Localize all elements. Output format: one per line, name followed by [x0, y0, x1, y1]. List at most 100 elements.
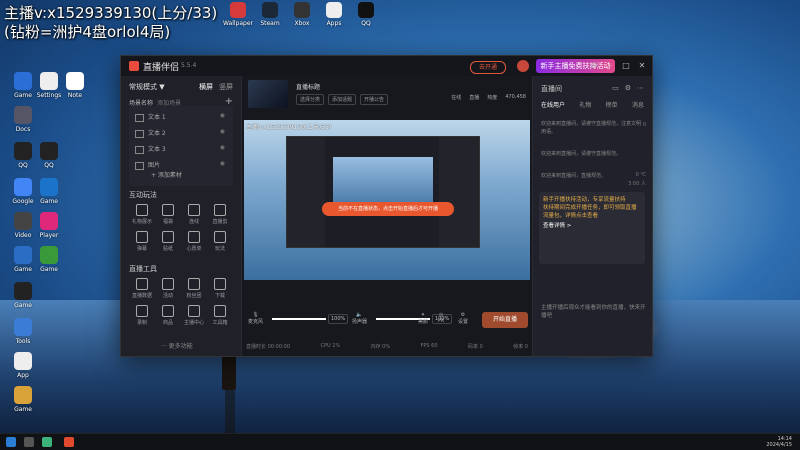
- more-icon[interactable]: ⋯: [637, 84, 644, 92]
- desktop-icon[interactable]: Steam: [254, 2, 286, 27]
- danmaku-button[interactable]: 弹幕: [129, 231, 155, 252]
- window-controls: ⚙ – □ ✕: [590, 61, 646, 70]
- settings-button[interactable]: ⚙ 设置: [458, 312, 468, 325]
- connect-button[interactable]: 连线: [181, 204, 207, 225]
- streaming-app-icon[interactable]: [64, 437, 74, 447]
- source-item[interactable]: 文本 1: [135, 112, 166, 122]
- mode-dropdown[interactable]: 常规模式 ▼: [129, 82, 165, 92]
- lucky-bag-button[interactable]: 福袋: [155, 204, 181, 225]
- activity-button[interactable]: 活动: [155, 278, 181, 299]
- desktop-icon[interactable]: Player: [26, 212, 72, 239]
- status-toast: 当前不在直播状态，点击开始直播后才可开播: [322, 202, 454, 216]
- screen-icon[interactable]: ▭: [612, 84, 619, 92]
- eye-icon[interactable]: ◉: [220, 112, 225, 119]
- desktop-icon[interactable]: Docs: [0, 106, 46, 133]
- record-icon: [136, 305, 148, 317]
- tab-messages[interactable]: 消息: [632, 100, 644, 109]
- record-button[interactable]: 录制: [129, 305, 155, 326]
- more-functions-link[interactable]: ··· 更多功能: [161, 341, 193, 350]
- flag-icon: [162, 278, 174, 290]
- desktop-icon[interactable]: Tools: [0, 318, 46, 345]
- gear-icon[interactable]: ⚙: [625, 84, 631, 92]
- right-panel: 直播间 ▭ ⚙ ⋯ 在线用户 礼物 榜单 消息 欢迎来到直播间，请遵守直播规范，…: [532, 76, 652, 356]
- app-version: 5.5.4: [181, 62, 197, 69]
- stream-title[interactable]: 直播标题: [296, 82, 320, 91]
- wishlist-button[interactable]: 心愿单: [181, 231, 207, 252]
- avatar[interactable]: [517, 60, 529, 72]
- clip-button[interactable]: 直播剪: [207, 204, 233, 225]
- desktop-icon[interactable]: Game: [26, 246, 72, 273]
- speaker-toggle[interactable]: 🔈 扬声器: [352, 312, 367, 325]
- users-icon: [188, 278, 200, 290]
- sticker-button[interactable]: 贴纸: [155, 231, 181, 252]
- mic-volume-slider[interactable]: [272, 318, 326, 320]
- desktop-icon[interactable]: Note: [52, 72, 98, 99]
- app-icon: [230, 2, 246, 18]
- creator-center-button[interactable]: 主播中心: [181, 305, 207, 326]
- stream-stats: 在线 直播 热度 470,458: [451, 94, 526, 101]
- toolbox-button[interactable]: 工具箱: [207, 305, 233, 326]
- taskbar: 14:14 2024/4/15: [0, 433, 800, 450]
- fans-button[interactable]: 粉丝团: [181, 278, 207, 299]
- tab-landscape[interactable]: 横屏: [199, 82, 213, 92]
- close-icon[interactable]: ✕: [638, 61, 646, 70]
- desktop-icon[interactable]: QQ: [350, 2, 382, 27]
- category-tag[interactable]: 选择分类: [296, 94, 325, 105]
- desktop-icon[interactable]: QQ: [26, 142, 72, 169]
- topic-tag[interactable]: 添加话题: [328, 94, 357, 105]
- bag-icon: [162, 204, 174, 216]
- mode-tabs: 常规模式 ▼ 横屏 竖屏: [129, 82, 235, 94]
- download-button[interactable]: 下载: [207, 278, 233, 299]
- tab-online-users[interactable]: 在线用户: [541, 100, 565, 109]
- notice-tag[interactable]: 开播公告: [360, 94, 389, 105]
- upgrade-button[interactable]: 去开通: [470, 61, 506, 74]
- desktop-icon[interactable]: Wallpaper: [222, 2, 254, 27]
- gift-display-button[interactable]: 礼物展示: [129, 204, 155, 225]
- add-source-button[interactable]: + 添加素材: [151, 170, 182, 179]
- desktop-icon[interactable]: Game: [26, 178, 72, 205]
- section-tools: 直播工具: [129, 265, 157, 273]
- promo-card[interactable]: 新手开播扶持活动，专享流量扶持 扶持期间完成开播任务，即可领取直播流量包，详情点…: [539, 192, 645, 264]
- source-item[interactable]: 图片: [135, 160, 160, 170]
- eye-icon[interactable]: ◉: [220, 160, 225, 167]
- eye-icon[interactable]: ◉: [220, 128, 225, 135]
- stream-overlay-text: 主播v:x1529339130(上分/33) (钻粉=洲护4盘orlol4局): [4, 4, 217, 42]
- pk-button[interactable]: ◎ PK: [438, 312, 444, 324]
- mic-toggle[interactable]: 🎙 麦克风: [248, 312, 263, 325]
- minimize-icon[interactable]: –: [606, 61, 614, 70]
- tab-portrait[interactable]: 竖屏: [219, 82, 233, 92]
- speaker-icon: 🔈: [356, 312, 363, 318]
- stream-preview[interactable]: 主播v:x1529339130(上分/33) 当前不在直播状态，点击开始直播后才…: [244, 120, 530, 280]
- start-live-button[interactable]: 开始直播: [482, 312, 528, 328]
- settings-icon[interactable]: ⚙: [590, 61, 598, 70]
- view-details-link[interactable]: 查看详情 >: [543, 222, 571, 230]
- beauty-button[interactable]: ✦ 美颜: [418, 312, 428, 325]
- desktop-icon[interactable]: Game: [0, 386, 46, 413]
- cover-thumbnail[interactable]: [248, 80, 288, 108]
- app-icon[interactable]: [42, 437, 52, 447]
- system-message: 欢迎来到直播间，请遵守直播规范，注意文明用语。: [541, 121, 642, 135]
- stream-tags: 选择分类 添加话题 开播公告: [296, 94, 389, 105]
- desktop-icon[interactable]: App: [0, 352, 46, 379]
- eye-icon[interactable]: ◉: [220, 144, 225, 151]
- room-tabs: 在线用户 礼物 榜单 消息: [541, 100, 644, 109]
- player-icon: [40, 212, 58, 230]
- source-item[interactable]: 文本 2: [135, 128, 166, 138]
- maximize-icon[interactable]: □: [622, 61, 630, 70]
- play-button[interactable]: 玩法: [207, 231, 233, 252]
- start-icon[interactable]: [6, 437, 16, 447]
- tab-gifts[interactable]: 礼物: [579, 100, 591, 109]
- tools-grid: 直播数据 活动 粉丝团 下载 录制 商品 主播中心 工具箱: [129, 278, 233, 326]
- search-icon[interactable]: [24, 437, 34, 447]
- desktop-icon[interactable]: Apps: [318, 2, 350, 27]
- goods-button[interactable]: 商品: [155, 305, 181, 326]
- temperature-readout: 0 ℃: [635, 172, 646, 178]
- overlay-line-1: 主播v:x1529339130(上分/33): [4, 4, 218, 22]
- tab-ranking[interactable]: 榜单: [606, 100, 618, 109]
- stats-button[interactable]: 直播数据: [129, 278, 155, 299]
- system-message: 欢迎来到直播间，请遵守直播规范。: [541, 151, 622, 157]
- system-clock[interactable]: 14:14 2024/4/15: [766, 436, 792, 448]
- source-item[interactable]: 文本 3: [135, 144, 166, 154]
- desktop-icon[interactable]: Xbox: [286, 2, 318, 27]
- desktop-icon[interactable]: Game: [0, 282, 46, 309]
